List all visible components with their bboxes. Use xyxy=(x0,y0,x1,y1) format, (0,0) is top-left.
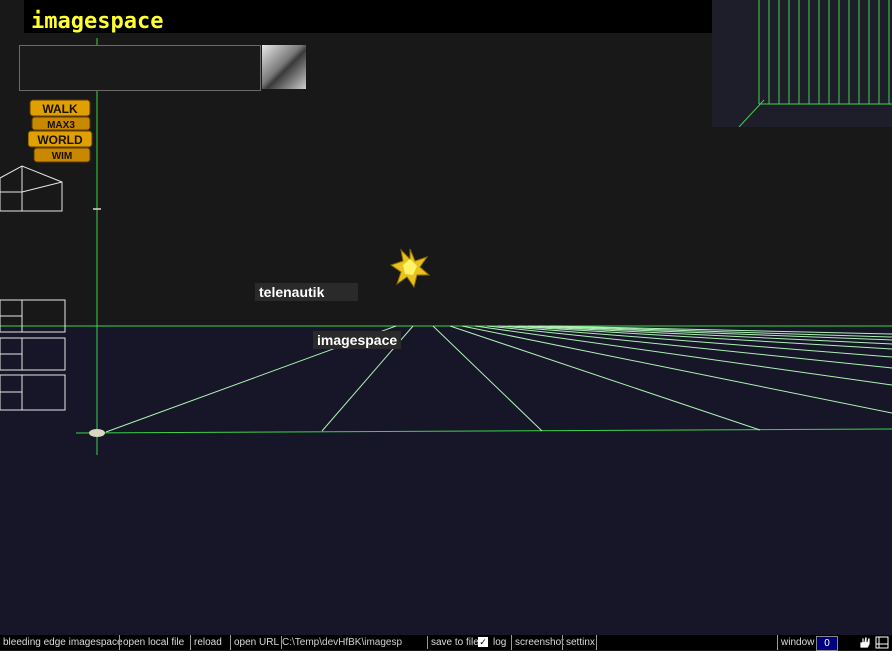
log-checkbox[interactable]: ✓ xyxy=(478,637,488,647)
preview-grid xyxy=(738,0,892,128)
url-input-area[interactable] xyxy=(19,45,261,91)
app-name-label: bleeding edge imagespace xyxy=(3,637,123,648)
path-input[interactable]: C:\Temp\devHfBK\imagesp xyxy=(281,636,428,649)
settinx-button[interactable]: settinx xyxy=(562,635,595,650)
imagespace-label[interactable]: imagespace xyxy=(313,331,402,349)
resize-icon[interactable] xyxy=(875,636,889,649)
bottom-toolbar: bleeding edge imagespace open local file… xyxy=(0,635,892,651)
logo-line-1: WALK xyxy=(42,102,78,116)
floor-plane xyxy=(0,326,892,635)
app-title: imagespace xyxy=(31,9,164,34)
window-value-field[interactable]: 0 xyxy=(816,636,838,651)
mini-preview[interactable] xyxy=(712,0,892,128)
origin-marker[interactable] xyxy=(89,429,105,437)
hand-icon[interactable] xyxy=(857,636,873,649)
logo-line-4: WIM xyxy=(52,151,73,162)
save-to-file-button[interactable]: save to file xyxy=(428,635,479,650)
logo-line-3: WORLD xyxy=(37,133,83,147)
log-label: log xyxy=(493,637,507,648)
telenautik-label[interactable]: telenautik xyxy=(255,283,358,301)
thumbnail-image[interactable] xyxy=(262,45,306,89)
gold-star-icon[interactable] xyxy=(389,248,431,289)
reload-button[interactable]: reload xyxy=(190,635,222,650)
logo-line-2: MAX3 xyxy=(47,120,75,131)
open-local-file-button[interactable]: open local file xyxy=(119,635,184,650)
window-label: window xyxy=(777,635,814,650)
walk-max-world-logo[interactable]: WALK MAX3 WORLD WIM xyxy=(28,98,94,166)
screenshot-button[interactable]: screenshot xyxy=(511,635,564,650)
open-url-button[interactable]: open URL xyxy=(230,635,279,650)
toolbar-spacer xyxy=(596,635,777,650)
